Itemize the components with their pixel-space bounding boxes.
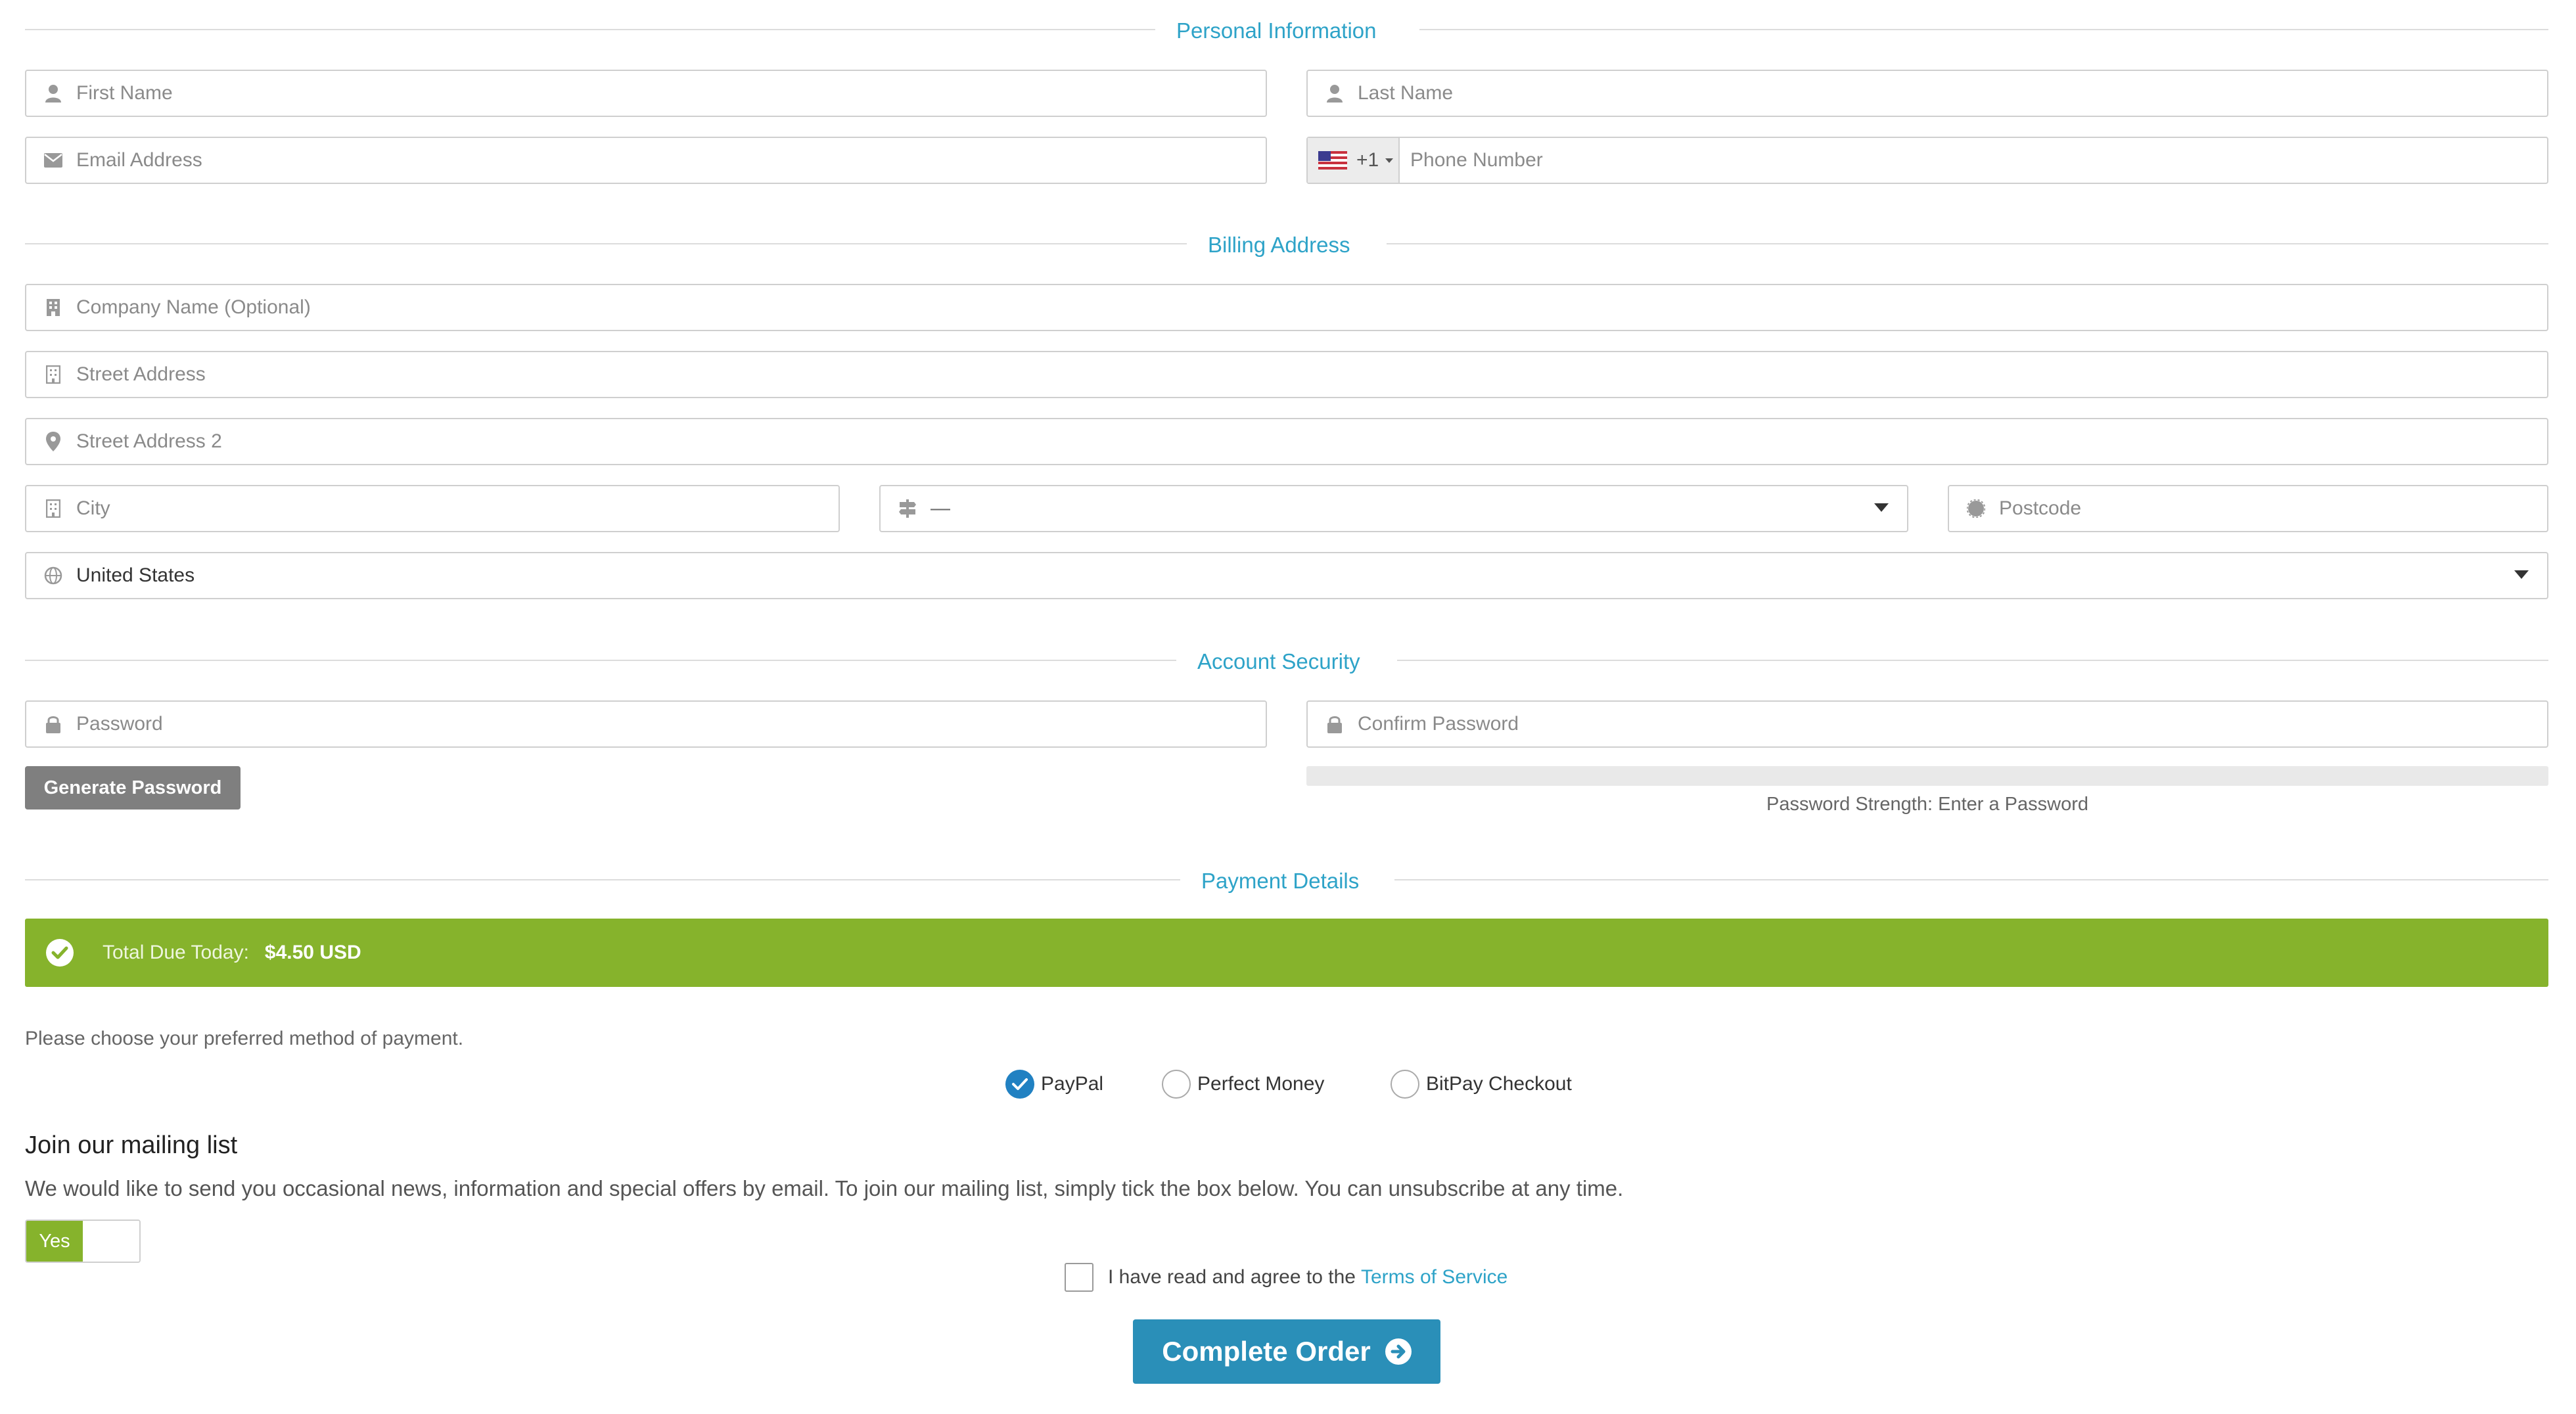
signpost-icon [898, 499, 917, 518]
building-icon [43, 365, 63, 384]
payment-option-label: BitPay Checkout [1426, 1073, 1572, 1095]
certificate-icon [1966, 499, 1986, 518]
payment-option-label: Perfect Money [1197, 1073, 1325, 1095]
postcode-placeholder: Postcode [1999, 497, 2082, 519]
radio-unselected-icon[interactable] [1391, 1070, 1419, 1099]
street-address-2-placeholder: Street Address 2 [76, 430, 222, 452]
confirm-password-field[interactable]: Confirm Password [1306, 700, 2548, 748]
mailing-list-title: Join our mailing list [25, 1131, 238, 1159]
street-address-field[interactable]: Street Address [25, 351, 2548, 398]
chevron-down-icon [1385, 158, 1394, 163]
toggle-knob [83, 1221, 139, 1262]
total-due-banner: Total Due Today: $4.50 USD [25, 919, 2548, 987]
last-name-field[interactable]: Last Name [1306, 70, 2548, 117]
envelope-icon [43, 150, 63, 170]
state-select[interactable]: — [879, 485, 1908, 532]
email-placeholder: Email Address [76, 149, 202, 171]
last-name-placeholder: Last Name [1358, 82, 1454, 104]
country-code-selector[interactable]: +1 [1308, 138, 1400, 183]
toggle-yes-label: Yes [26, 1221, 83, 1262]
country-value: United States [76, 564, 195, 586]
payment-option-paypal[interactable]: PayPal [1005, 1070, 1103, 1099]
chevron-down-icon [1874, 503, 1889, 512]
country-select[interactable]: United States [25, 552, 2548, 599]
password-field[interactable]: Password [25, 700, 1267, 748]
check-circle-icon [46, 939, 74, 967]
user-icon [1325, 83, 1345, 103]
arrow-circle-right-icon [1385, 1338, 1412, 1365]
section-title-billing: Billing Address [1208, 233, 1350, 257]
street-address-placeholder: Street Address [76, 363, 206, 385]
state-value: — [931, 497, 950, 519]
section-divider-right [1387, 243, 2548, 244]
section-title-personal: Personal Information [1176, 18, 1377, 43]
total-due-amount: $4.50 USD [264, 942, 361, 963]
user-icon [43, 83, 63, 103]
complete-order-button[interactable]: Complete Order [1133, 1319, 1440, 1384]
first-name-field[interactable]: First Name [25, 70, 1267, 117]
section-title-security: Account Security [1197, 649, 1360, 673]
company-field[interactable]: Company Name (Optional) [25, 284, 2548, 331]
street-address-2-field[interactable]: Street Address 2 [25, 418, 2548, 465]
phone-field[interactable]: +1 Phone Number [1306, 137, 2548, 184]
map-marker-icon [43, 432, 63, 451]
mailing-list-toggle[interactable]: Yes [25, 1220, 141, 1263]
terms-agreement: I have read and agree to the Terms of Se… [1065, 1263, 1507, 1292]
company-placeholder: Company Name (Optional) [76, 296, 311, 318]
radio-unselected-icon[interactable] [1162, 1070, 1191, 1099]
payment-option-bitpay[interactable]: BitPay Checkout [1391, 1070, 1572, 1099]
password-placeholder: Password [76, 713, 163, 735]
confirm-password-placeholder: Confirm Password [1358, 713, 1519, 735]
terms-text: I have read and agree to the [1108, 1266, 1356, 1288]
section-divider-right [1397, 660, 2548, 661]
section-divider-right [1394, 879, 2548, 880]
email-field[interactable]: Email Address [25, 137, 1267, 184]
building-icon [43, 499, 63, 518]
terms-of-service-link[interactable]: Terms of Service [1361, 1266, 1507, 1289]
section-divider-left [25, 660, 1176, 661]
section-divider-left [25, 29, 1155, 30]
mailing-list-description: We would like to send you occasional new… [25, 1176, 1624, 1200]
lock-icon [43, 714, 63, 734]
first-name-placeholder: First Name [76, 82, 173, 104]
phone-placeholder: Phone Number [1410, 149, 1543, 171]
password-strength-text: Password Strength: Enter a Password [1766, 794, 2088, 815]
section-title-payment: Payment Details [1201, 869, 1360, 893]
generate-password-button[interactable]: Generate Password [25, 766, 241, 810]
section-divider-left [25, 243, 1187, 244]
city-field[interactable]: City [25, 485, 840, 532]
building-icon [43, 298, 63, 317]
section-divider-right [1419, 29, 2548, 30]
total-due-label: Total Due Today: [103, 942, 249, 963]
password-strength-bar [1306, 766, 2548, 786]
payment-method-prompt: Please choose your preferred method of p… [25, 1028, 464, 1049]
section-divider-left [25, 879, 1180, 880]
chevron-down-icon [2514, 570, 2529, 579]
lock-icon [1325, 714, 1345, 734]
terms-checkbox[interactable] [1065, 1263, 1093, 1292]
postcode-field[interactable]: Postcode [1948, 485, 2548, 532]
payment-option-perfect-money[interactable]: Perfect Money [1162, 1070, 1324, 1099]
complete-order-label: Complete Order [1162, 1336, 1371, 1367]
city-placeholder: City [76, 497, 110, 519]
payment-option-label: PayPal [1041, 1073, 1104, 1095]
us-flag-icon [1318, 151, 1347, 170]
country-dial-code: +1 [1356, 149, 1379, 171]
radio-selected-icon[interactable] [1005, 1070, 1034, 1099]
globe-icon [43, 566, 63, 585]
